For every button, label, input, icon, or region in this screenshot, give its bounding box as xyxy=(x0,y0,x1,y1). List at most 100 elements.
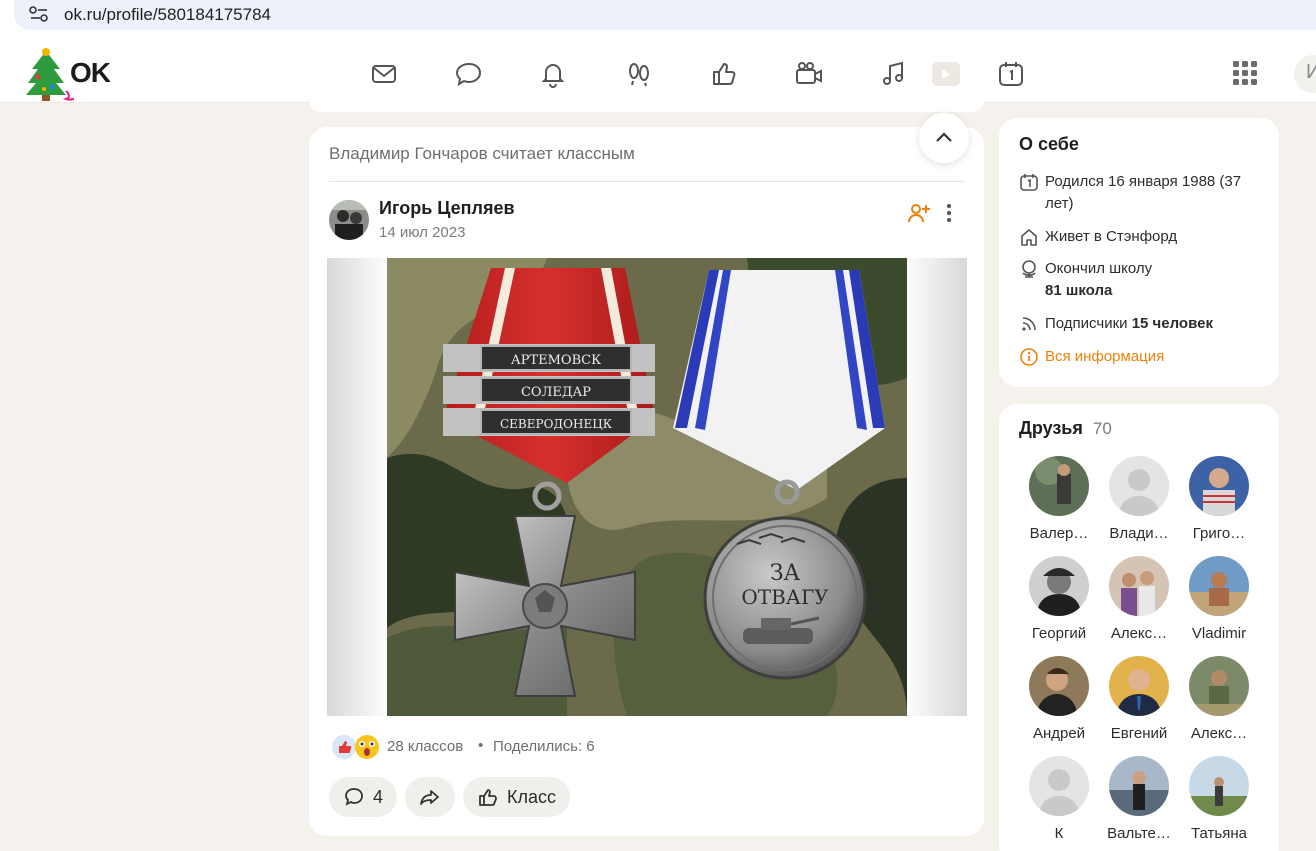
medals-photo: АРТЕМОВСК СОЛЕДАР СЕВЕРОДОНЕЦК ЗА ОТВАГУ xyxy=(387,258,907,716)
more-options-icon[interactable] xyxy=(941,202,957,224)
friend-name: Татьяна xyxy=(1191,825,1247,842)
friends-header[interactable]: Друзья 70 xyxy=(1019,418,1112,439)
friend-avatar xyxy=(1189,456,1249,516)
friend-avatar xyxy=(1029,656,1089,716)
post-date[interactable]: 14 июл 2023 xyxy=(379,224,465,241)
friend-item[interactable]: Вальте… xyxy=(1099,756,1179,842)
friends-block: Друзья 70 Валер… Влади… Григо… Георгий А… xyxy=(999,404,1279,851)
friend-name: Влади… xyxy=(1109,525,1169,542)
friend-avatar xyxy=(1109,456,1169,516)
friend-avatar xyxy=(1109,656,1169,716)
guests-icon[interactable] xyxy=(624,59,654,89)
share-icon xyxy=(420,790,439,805)
search-input[interactable]: И xyxy=(1294,55,1316,93)
school-row: Окончил школу 81 школа xyxy=(1019,258,1269,302)
rss-icon xyxy=(1022,317,1036,331)
notifications-icon[interactable] xyxy=(538,59,568,89)
friend-item[interactable]: Алекс… xyxy=(1179,656,1259,742)
author-avatar[interactable] xyxy=(329,200,369,240)
feed-post-card: Владимир Гончаров считает классным Игорь… xyxy=(309,127,984,836)
reactions-icons[interactable] xyxy=(331,734,383,760)
divider xyxy=(329,181,965,182)
calendar-icon xyxy=(1020,174,1038,191)
birthday-row: Родился 16 января 1988 (37 лет) xyxy=(1019,171,1269,215)
friend-item[interactable]: Vladimir xyxy=(1179,556,1259,642)
school-label: Окончил школу xyxy=(1045,260,1153,277)
likes-icon[interactable] xyxy=(709,59,739,89)
globe-icon xyxy=(1022,260,1036,278)
friend-item[interactable]: К xyxy=(1019,756,1099,842)
previous-post-card xyxy=(309,100,984,112)
friend-avatar xyxy=(1189,756,1249,816)
friend-name: Алекс… xyxy=(1110,625,1168,642)
class-label: Класс xyxy=(507,786,556,807)
logo-text[interactable]: OK xyxy=(70,57,111,89)
school-name[interactable]: 81 школа xyxy=(1045,282,1112,299)
location-text[interactable]: Живет в Стэнфорд xyxy=(1045,226,1177,248)
subscribers-row[interactable]: Подписчики 15 человек xyxy=(1019,313,1269,335)
friends-title: Друзья xyxy=(1019,418,1083,438)
likes-count[interactable]: 28 классов xyxy=(387,738,463,755)
clasp-text-1: АРТЕМОВСК xyxy=(511,353,601,368)
friend-item[interactable]: Валер… xyxy=(1019,456,1099,542)
thumbs-up-icon xyxy=(479,789,497,806)
friend-item[interactable]: Влади… xyxy=(1099,456,1179,542)
browser-address-bar: ok.ru/profile/580184175784 xyxy=(0,0,1316,43)
author-name[interactable]: Игорь Цепляев xyxy=(379,198,515,219)
comment-icon xyxy=(345,788,363,806)
separator: • xyxy=(478,737,484,754)
comments-count: 4 xyxy=(372,786,383,807)
friend-name: Евгений xyxy=(1110,725,1168,742)
messages-icon[interactable] xyxy=(369,59,399,89)
about-block: О себе Родился 16 января 1988 (37 лет) Ж… xyxy=(999,118,1279,387)
friend-item[interactable]: Алекс… xyxy=(1099,556,1179,642)
friend-avatar xyxy=(1109,556,1169,616)
discussions-icon[interactable] xyxy=(454,59,484,89)
shares-count[interactable]: Поделились: 6 xyxy=(493,738,595,755)
friend-name: К xyxy=(1054,825,1064,842)
add-friend-icon[interactable] xyxy=(907,202,931,224)
info-icon xyxy=(1020,348,1038,366)
events-icon[interactable] xyxy=(996,59,1026,89)
friend-avatar xyxy=(1109,756,1169,816)
friend-name: Алекс… xyxy=(1190,725,1248,742)
christmas-tree-icon xyxy=(26,48,77,101)
medal-text-2: ОТВАГУ xyxy=(741,585,829,609)
clasp-text-3: СЕВЕРОДОНЕЦК xyxy=(500,417,613,431)
friend-avatar xyxy=(1189,556,1249,616)
clasp-text-2: СОЛЕДАР xyxy=(521,385,591,400)
friend-name: Vladimir xyxy=(1191,625,1247,642)
subscribers-label: Подписчики xyxy=(1045,315,1128,332)
share-button[interactable] xyxy=(405,777,455,817)
friend-avatar xyxy=(1029,456,1089,516)
liked-by-text[interactable]: Владимир Гончаров считает классным xyxy=(329,144,635,164)
home-icon xyxy=(1021,229,1037,246)
url-text[interactable]: ok.ru/profile/580184175784 xyxy=(64,5,271,25)
friend-item[interactable]: Андрей xyxy=(1019,656,1099,742)
apps-grid-icon[interactable] xyxy=(1232,60,1258,86)
birthday-text: Родился 16 января 1988 (37 лет) xyxy=(1045,173,1242,212)
all-info-text: Вся информация xyxy=(1045,348,1165,365)
friend-item[interactable]: Евгений xyxy=(1099,656,1179,742)
class-button[interactable]: Класс xyxy=(463,777,570,817)
friend-name: Вальте… xyxy=(1107,825,1171,842)
friend-item[interactable]: Григо… xyxy=(1179,456,1259,542)
friend-item[interactable]: Георгий xyxy=(1019,556,1099,642)
about-title: О себе xyxy=(1019,134,1079,154)
site-info-icon[interactable] xyxy=(28,4,50,24)
friend-name: Григо… xyxy=(1192,525,1246,542)
friend-name: Валер… xyxy=(1029,525,1089,542)
friend-name: Андрей xyxy=(1032,725,1086,742)
comments-button[interactable]: 4 xyxy=(329,777,397,817)
play-icon[interactable] xyxy=(930,59,960,89)
medal-text-1: ЗА xyxy=(770,561,801,586)
video-icon[interactable] xyxy=(794,59,824,89)
friend-item[interactable]: Татьяна xyxy=(1179,756,1259,842)
music-icon[interactable] xyxy=(879,59,909,89)
friend-avatar xyxy=(1029,556,1089,616)
all-info-link[interactable]: Вся информация xyxy=(1019,346,1269,368)
scroll-up-button[interactable] xyxy=(919,113,969,163)
friend-avatar xyxy=(1029,756,1089,816)
post-photo[interactable]: АРТЕМОВСК СОЛЕДАР СЕВЕРОДОНЕЦК ЗА ОТВАГУ xyxy=(327,258,967,716)
chevron-up-icon xyxy=(936,132,952,142)
